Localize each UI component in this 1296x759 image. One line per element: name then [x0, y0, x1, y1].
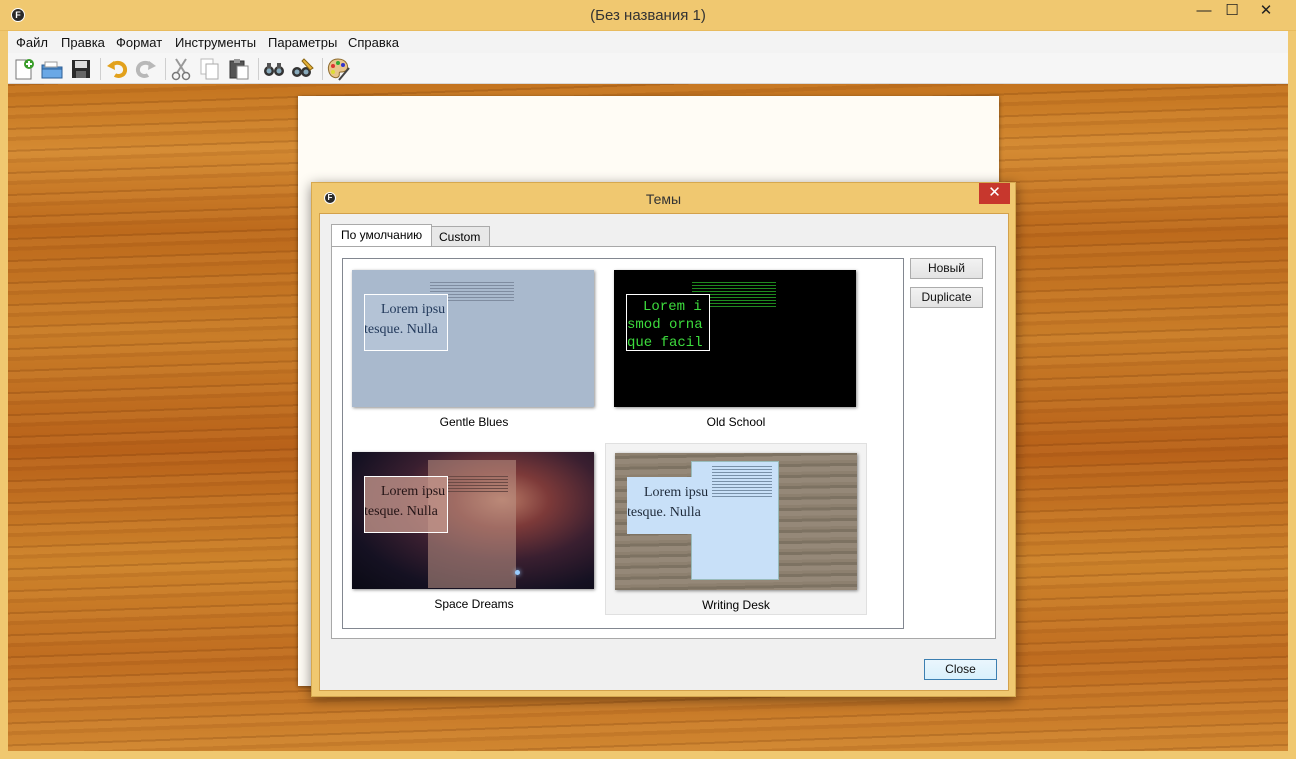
- find-replace-icon[interactable]: [290, 56, 316, 82]
- theme-item-old-school[interactable]: Lorem i smod orna que facil Old School: [605, 261, 867, 433]
- themes-palette-icon[interactable]: [325, 56, 351, 82]
- menu-format[interactable]: Формат: [116, 35, 162, 50]
- toolbar-separator: [165, 58, 166, 80]
- theme-preview: Lorem ipsu ntesque. Nulla: [615, 453, 857, 590]
- duplicate-theme-button[interactable]: Duplicate: [910, 287, 983, 308]
- star: [515, 570, 520, 575]
- save-icon[interactable]: [68, 56, 94, 82]
- preview-lorem-box: Lorem i smod orna que facil: [626, 294, 710, 351]
- toolbar-separator: [100, 58, 101, 80]
- paste-icon[interactable]: [226, 56, 252, 82]
- menu-settings[interactable]: Параметры: [268, 35, 337, 50]
- maximize-button[interactable]: ☐: [1217, 0, 1247, 24]
- preview-lorem-box: Lorem ipsu ntesque. Nulla: [627, 477, 711, 534]
- themes-dialog: F Темы ✕ По умолчанию Custom Lorem ipsu n…: [311, 182, 1016, 697]
- theme-item-gentle-blues[interactable]: Lorem ipsu ntesque. Nulla Gentle Blues: [343, 261, 605, 433]
- theme-preview: Lorem ipsu ntesque. Nulla: [352, 452, 594, 589]
- toolbar: [8, 53, 1288, 84]
- theme-name: Writing Desk: [702, 598, 770, 612]
- close-window-button[interactable]: ✕: [1251, 0, 1281, 24]
- toolbar-separator: [258, 58, 259, 80]
- preview-lorem-box: Lorem ipsu ntesque. Nulla: [364, 476, 448, 533]
- menu-bar: Файл Правка Формат Инструменты Параметры…: [8, 31, 1288, 53]
- preview-lorem-box: Lorem ipsu ntesque. Nulla: [364, 294, 448, 351]
- tab-default[interactable]: По умолчанию: [331, 224, 433, 246]
- new-theme-button[interactable]: Новый: [910, 258, 983, 279]
- close-dialog-button[interactable]: Close: [924, 659, 997, 680]
- theme-preview: Lorem ipsu ntesque. Nulla: [352, 270, 594, 407]
- theme-preview: Lorem i smod orna que facil: [614, 270, 856, 407]
- theme-name: Old School: [706, 415, 766, 429]
- window-titlebar: F (Без названия 1) — ☐ ✕: [0, 0, 1296, 31]
- menu-help[interactable]: Справка: [348, 35, 399, 50]
- minimize-button[interactable]: —: [1189, 0, 1219, 24]
- find-icon[interactable]: [261, 56, 287, 82]
- dialog-title: Темы: [645, 191, 682, 207]
- menu-edit[interactable]: Правка: [61, 35, 105, 50]
- theme-item-space-dreams[interactable]: Lorem ipsu ntesque. Nulla Space Dreams: [343, 443, 605, 615]
- redo-icon[interactable]: [133, 56, 159, 82]
- menu-file[interactable]: Файл: [16, 35, 48, 50]
- dialog-client: По умолчанию Custom Lorem ipsu ntesque. N…: [319, 213, 1009, 691]
- theme-name: Space Dreams: [434, 597, 514, 611]
- tab-custom[interactable]: Custom: [429, 226, 491, 246]
- undo-icon[interactable]: [104, 56, 130, 82]
- theme-item-writing-desk[interactable]: Lorem ipsu ntesque. Nulla Writing Desk: [605, 443, 867, 615]
- cut-icon[interactable]: [168, 56, 194, 82]
- tab-panel: Lorem ipsu ntesque. Nulla Gentle Blues Lo…: [331, 246, 996, 639]
- new-document-icon[interactable]: [11, 56, 37, 82]
- theme-list[interactable]: Lorem ipsu ntesque. Nulla Gentle Blues Lo…: [342, 258, 904, 629]
- window-title: (Без названия 1): [590, 7, 706, 24]
- dialog-close-button[interactable]: ✕: [979, 183, 1010, 204]
- copy-icon[interactable]: [197, 56, 223, 82]
- theme-name: Gentle Blues: [439, 415, 509, 429]
- menu-tools[interactable]: Инструменты: [175, 35, 256, 50]
- toolbar-separator: [322, 58, 323, 80]
- open-folder-icon[interactable]: [39, 56, 65, 82]
